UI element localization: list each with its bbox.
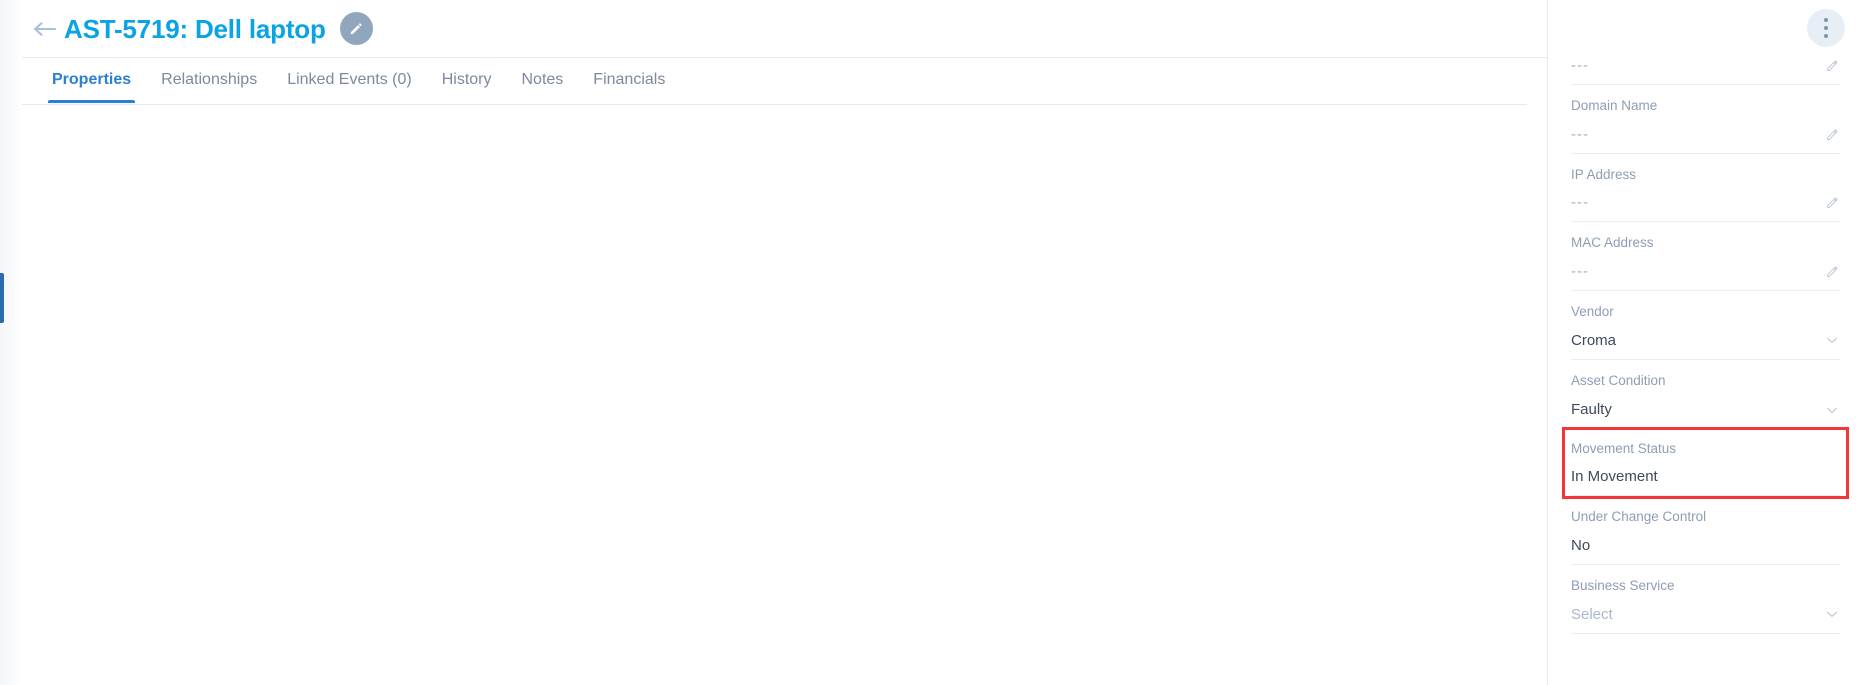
property-label: Domain Name [1571, 98, 1658, 113]
tab-notes[interactable]: Notes [520, 58, 566, 102]
property-value: Select [1571, 605, 1613, 623]
property-value: In Movement [1571, 468, 1658, 485]
property-label: Movement Status [1571, 440, 1677, 456]
tab-properties[interactable]: Properties [47, 58, 136, 103]
pencil-icon[interactable] [1825, 264, 1840, 279]
property-value: --- [1571, 125, 1589, 143]
collapsed-sidebar-rail [0, 0, 22, 685]
property-row[interactable]: --- [1571, 195, 1840, 222]
main-column: AST-5719: Dell laptop Properties Relatio… [22, 0, 1547, 685]
sidebar-expand-handle[interactable] [0, 273, 4, 323]
asset-detail-page: AST-5719: Dell laptop Properties Relatio… [0, 0, 1863, 685]
property-row[interactable]: --- [1571, 264, 1840, 291]
property-value: --- [1571, 194, 1589, 211]
property-row[interactable]: In Movement [1571, 469, 1840, 496]
arrow-left-icon[interactable] [28, 12, 62, 46]
page-header: AST-5719: Dell laptop [22, 0, 1547, 58]
property-label: MAC Address [1571, 235, 1654, 250]
tab-linked-events[interactable]: Linked Events (0) [285, 58, 414, 102]
kebab-dot [1824, 34, 1828, 38]
kebab-dot [1824, 26, 1828, 30]
property-row[interactable]: Faulty [1571, 402, 1840, 430]
property-value: No [1571, 536, 1591, 554]
properties-content-area [22, 105, 1547, 685]
pencil-icon[interactable] [1825, 127, 1840, 142]
property-field-under-change-control: Under Change Control No [1571, 496, 1840, 565]
property-value: Croma [1571, 331, 1617, 349]
property-row[interactable]: --- [1571, 58, 1840, 85]
property-field-ip-address: IP Address --- [1571, 154, 1840, 222]
tab-history[interactable]: History [440, 58, 494, 102]
property-field-mac-address: MAC Address --- [1571, 222, 1840, 291]
property-row[interactable]: Select [1571, 606, 1840, 634]
property-field-domain-name: Domain Name --- [1571, 85, 1840, 154]
property-field: --- [1571, 58, 1840, 85]
property-field-vendor: Vendor Croma [1571, 291, 1840, 360]
property-label: Business Service [1571, 577, 1675, 593]
chevron-down-icon[interactable] [1824, 402, 1840, 418]
chevron-down-icon[interactable] [1824, 606, 1840, 622]
tab-financials[interactable]: Financials [591, 58, 667, 102]
kebab-dot [1824, 18, 1828, 22]
property-row[interactable]: Croma [1571, 332, 1840, 360]
property-value: --- [1571, 57, 1589, 74]
chevron-down-icon[interactable] [1824, 332, 1840, 348]
pencil-icon[interactable] [1825, 58, 1840, 73]
property-label: Asset Condition [1571, 373, 1666, 388]
pencil-icon[interactable] [1825, 195, 1840, 210]
property-value: --- [1571, 262, 1589, 280]
property-field-asset-condition: Asset Condition Faulty [1571, 360, 1840, 430]
tab-relationships[interactable]: Relationships [159, 58, 259, 102]
property-label: Under Change Control [1571, 509, 1707, 524]
more-options-button[interactable] [1807, 9, 1845, 47]
property-field-business-service: Business Service Select [1571, 565, 1840, 634]
property-field-movement-status: Movement Status In Movement [1562, 426, 1849, 499]
property-row[interactable]: No [1571, 538, 1840, 565]
property-label: Vendor [1571, 303, 1614, 319]
property-value: Faulty [1571, 401, 1612, 418]
detail-tabs: Properties Relationships Linked Events (… [22, 58, 1527, 105]
property-row[interactable]: --- [1571, 127, 1840, 154]
property-label: IP Address [1571, 166, 1637, 182]
pencil-icon [348, 20, 365, 37]
properties-side-panel[interactable]: --- Domain Name --- IP Address --- MAC A… [1547, 0, 1863, 685]
edit-asset-button[interactable] [339, 12, 373, 45]
properties-field-list: --- Domain Name --- IP Address --- MAC A… [1562, 58, 1849, 634]
page-title: AST-5719: Dell laptop [64, 13, 326, 44]
